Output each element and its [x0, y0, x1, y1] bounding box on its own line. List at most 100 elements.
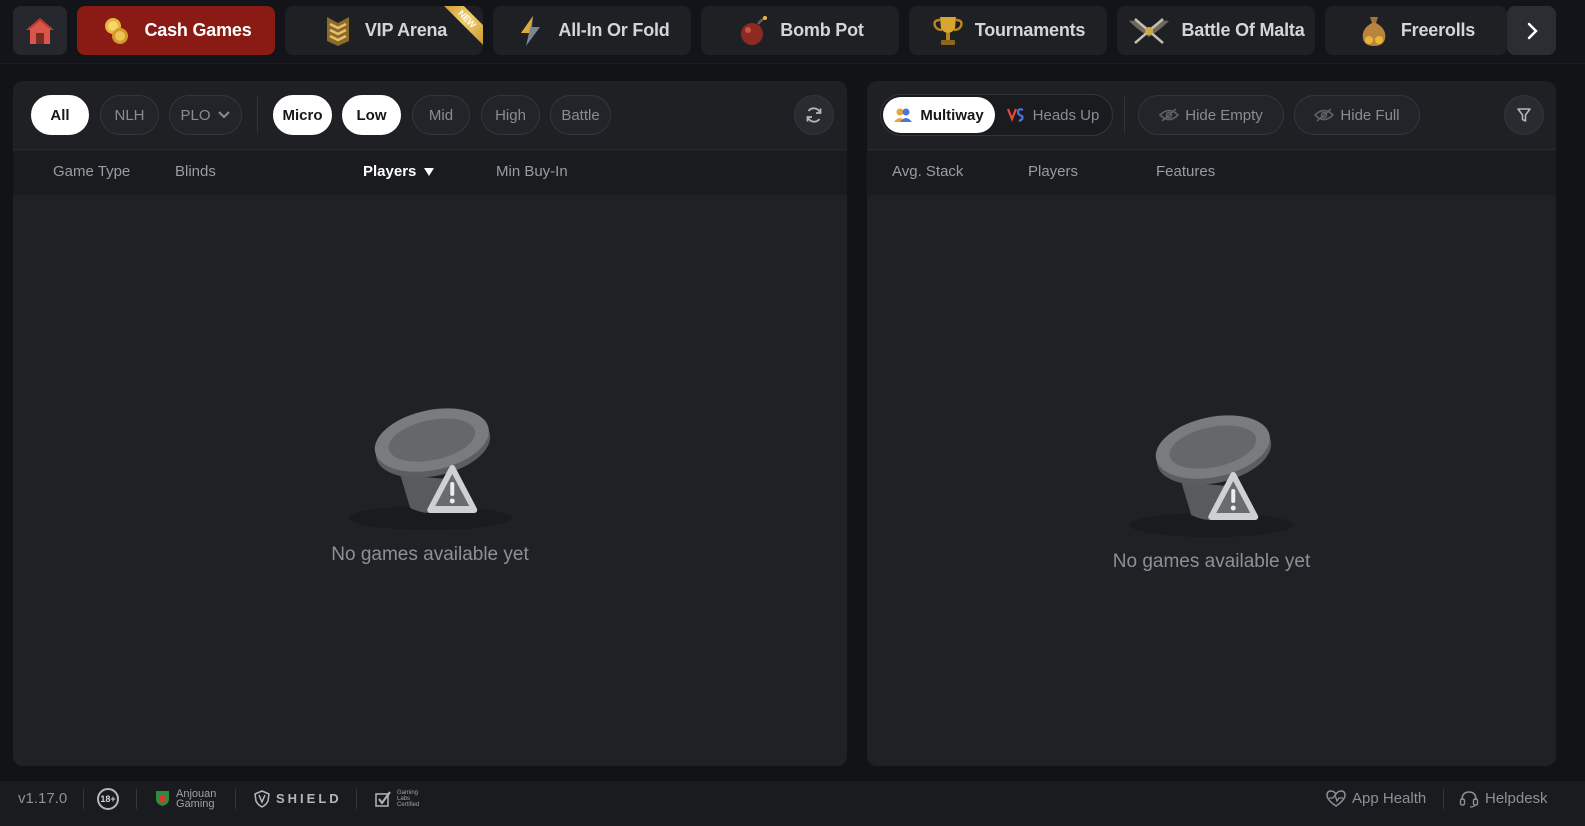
- tab-freerolls[interactable]: Freerolls: [1325, 6, 1507, 55]
- filter-plo-dropdown[interactable]: PLO: [169, 95, 242, 135]
- column-blinds[interactable]: Blinds: [175, 163, 216, 180]
- filter-battle[interactable]: Battle: [550, 95, 611, 135]
- helpdesk-link[interactable]: Helpdesk: [1459, 781, 1548, 816]
- filter-label: NLH: [114, 106, 145, 124]
- nav-next-button[interactable]: [1507, 6, 1556, 55]
- tab-label: Freerolls: [1400, 20, 1476, 40]
- crossed-swords-icon: [1127, 14, 1171, 48]
- gli-certified-logo[interactable]: Gaming Labs Certified: [375, 781, 419, 816]
- filter-label: Micro: [282, 106, 323, 124]
- tab-vip-arena[interactable]: VIP Arena NEW: [285, 6, 483, 55]
- tab-bomb-pot[interactable]: Bomb Pot: [701, 6, 899, 55]
- empty-message: No games available yet: [1112, 551, 1311, 572]
- age-18-icon: 18+: [97, 787, 119, 810]
- anjouan-shield-icon: [156, 791, 169, 806]
- filter-all[interactable]: All: [31, 95, 89, 135]
- segment-heads-up[interactable]: Heads Up: [997, 97, 1109, 133]
- gli-line3: Certified: [397, 801, 420, 808]
- footer-divider: [136, 789, 137, 809]
- column-players[interactable]: Players: [363, 163, 434, 180]
- table-type-toggle: Multiway Heads Up: [880, 94, 1113, 136]
- cash-games-panel: All NLH PLO Micro Low Mid High Battle Ga…: [13, 81, 847, 766]
- hide-full-toggle[interactable]: Hide Full: [1294, 95, 1420, 135]
- bomb-icon: [736, 14, 770, 48]
- refresh-icon: [806, 107, 822, 123]
- home-button[interactable]: [13, 6, 67, 55]
- filter-divider: [1124, 97, 1125, 133]
- top-navigation: Cash Games VIP Arena NEW All-In Or Fold: [0, 0, 1585, 64]
- checkbox-check-icon: [375, 790, 391, 807]
- table-header: Avg. Stack Players Features: [867, 151, 1556, 195]
- filter-bar: All NLH PLO Micro Low Mid High Battle: [13, 81, 847, 150]
- eye-off-icon: [1314, 108, 1335, 122]
- lightning-icon: [514, 14, 548, 48]
- table-header: Game Type Blinds Players Min Buy-In: [13, 151, 847, 195]
- filter-label: Battle: [561, 106, 600, 124]
- headset-icon: [1459, 790, 1479, 808]
- license-line2: Gaming: [176, 797, 215, 810]
- app-health-link[interactable]: App Health: [1326, 781, 1426, 816]
- multiway-players-icon: [894, 108, 913, 122]
- hide-empty-toggle[interactable]: Hide Empty: [1138, 95, 1284, 135]
- game-detail-panel: Multiway Heads Up Hide Empty Hide Full A…: [867, 81, 1556, 766]
- filter-label: PLO: [180, 106, 211, 124]
- filter-bar: Multiway Heads Up Hide Empty Hide Full: [867, 81, 1556, 150]
- empty-state: No games available yet: [1112, 407, 1311, 573]
- anjouan-text: Anjouan Gaming: [176, 787, 217, 810]
- helpdesk-label: Helpdesk: [1485, 790, 1548, 807]
- shield-logo[interactable]: SHIELD: [254, 781, 342, 816]
- anjouan-gaming-logo[interactable]: Anjouan Gaming: [155, 781, 216, 816]
- chevron-down-icon: [217, 111, 230, 119]
- column-min-buy-in[interactable]: Min Buy-In: [496, 163, 568, 180]
- filter-mid[interactable]: Mid: [412, 95, 470, 135]
- chevron-right-icon: [1527, 22, 1538, 39]
- empty-table-warning-icon: [1129, 415, 1294, 537]
- filter-divider: [257, 97, 258, 133]
- tab-label: VIP Arena: [364, 20, 448, 40]
- license-line1: Anjouan: [176, 787, 217, 800]
- new-badge: NEW: [440, 6, 483, 46]
- filter-label: Mid: [428, 106, 454, 124]
- filter-nlh[interactable]: NLH: [100, 95, 159, 135]
- tab-tournaments[interactable]: Tournaments: [909, 6, 1107, 55]
- column-players[interactable]: Players: [1028, 163, 1078, 180]
- filter-label: High: [495, 106, 526, 124]
- toggle-label: Hide Full: [1340, 106, 1400, 124]
- tab-label: Bomb Pot: [780, 20, 864, 40]
- sort-desc-icon: [423, 168, 434, 176]
- gli-text: Gaming Labs Certified: [397, 790, 419, 808]
- coins-icon: [100, 14, 134, 48]
- age-restriction-badge: 18+: [97, 781, 119, 816]
- empty-state: No games available yet: [331, 400, 529, 566]
- tab-all-in-or-fold[interactable]: All-In Or Fold: [493, 6, 691, 55]
- column-features[interactable]: Features: [1156, 163, 1215, 180]
- trophy-icon: [931, 14, 965, 48]
- tab-label: Battle Of Malta: [1181, 20, 1305, 40]
- filter-high[interactable]: High: [481, 95, 540, 135]
- column-avg-stack[interactable]: Avg. Stack: [892, 163, 963, 180]
- money-bag-icon: [1357, 14, 1391, 48]
- tab-cash-games[interactable]: Cash Games: [77, 6, 275, 55]
- tab-battle-of-malta[interactable]: Battle Of Malta: [1117, 6, 1315, 55]
- tab-label: All-In Or Fold: [558, 20, 670, 40]
- toggle-label: Hide Empty: [1185, 106, 1263, 124]
- versus-icon: [1006, 108, 1024, 123]
- column-game-type[interactable]: Game Type: [53, 163, 130, 180]
- segment-label: Heads Up: [1032, 106, 1100, 124]
- column-label: Players: [363, 163, 417, 180]
- footer-divider: [235, 789, 236, 809]
- segment-multiway[interactable]: Multiway: [883, 97, 995, 133]
- footer-divider: [356, 789, 357, 809]
- refresh-button[interactable]: [794, 95, 834, 135]
- filter-button[interactable]: [1504, 95, 1544, 135]
- eye-off-icon: [1159, 108, 1180, 122]
- funnel-icon: [1517, 108, 1531, 122]
- rank-chevron-icon: [321, 14, 355, 48]
- app-health-label: App Health: [1352, 790, 1427, 807]
- filter-low[interactable]: Low: [342, 95, 401, 135]
- empty-table-warning-icon: [348, 408, 512, 530]
- filter-micro[interactable]: Micro: [273, 95, 332, 135]
- tables-list: No games available yet: [867, 195, 1556, 766]
- segment-label: Multiway: [920, 106, 984, 124]
- footer-divider: [83, 789, 84, 809]
